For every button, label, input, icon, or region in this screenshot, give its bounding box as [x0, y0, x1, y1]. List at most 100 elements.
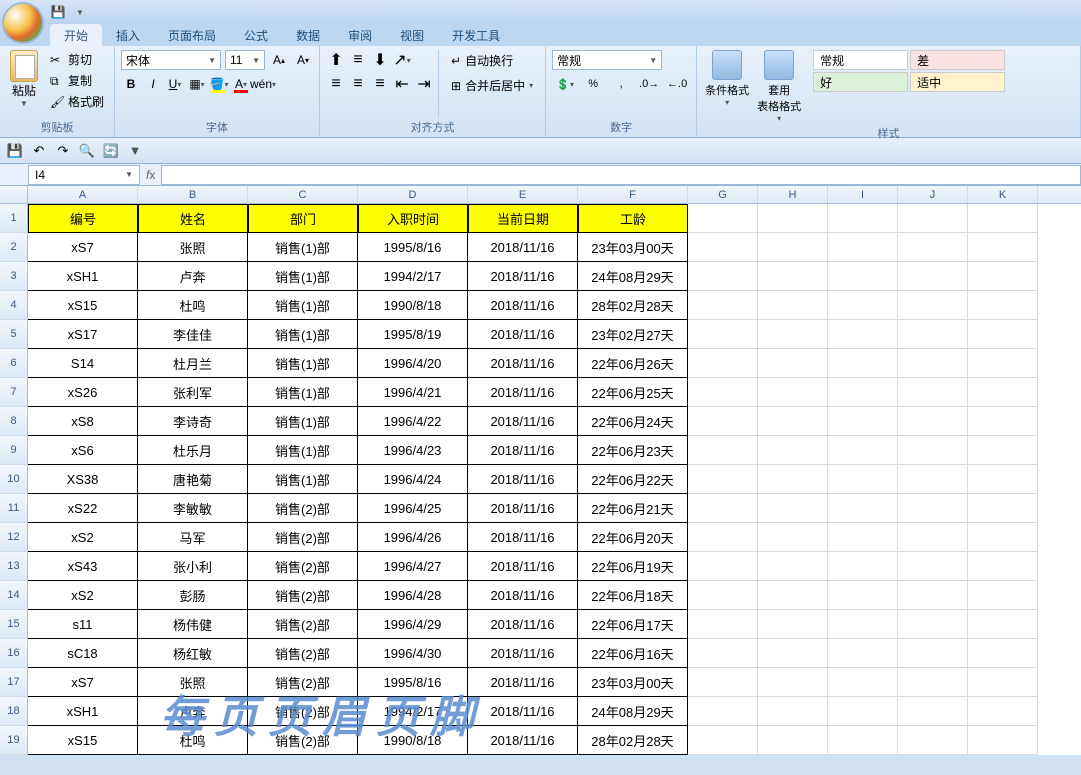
cell-H6[interactable] — [758, 349, 828, 378]
cell-B19[interactable]: 杜鸣 — [138, 726, 248, 755]
col-header-C[interactable]: C — [248, 186, 358, 203]
row-header-12[interactable]: 12 — [0, 523, 28, 552]
cell-B9[interactable]: 杜乐月 — [138, 436, 248, 465]
wrap-text-button[interactable]: ↵自动换行 — [445, 50, 539, 71]
cell-G6[interactable] — [688, 349, 758, 378]
row-header-14[interactable]: 14 — [0, 581, 28, 610]
cell-G17[interactable] — [688, 668, 758, 697]
cell-E5[interactable]: 2018/11/16 — [468, 320, 578, 349]
col-header-B[interactable]: B — [138, 186, 248, 203]
cell-E19[interactable]: 2018/11/16 — [468, 726, 578, 755]
row-header-10[interactable]: 10 — [0, 465, 28, 494]
cell-D8[interactable]: 1996/4/22 — [358, 407, 468, 436]
cell-K1[interactable] — [968, 204, 1038, 233]
cell-B17[interactable]: 张照 — [138, 668, 248, 697]
cell-K2[interactable] — [968, 233, 1038, 262]
cell-J18[interactable] — [898, 697, 968, 726]
cell-I14[interactable] — [828, 581, 898, 610]
row-header-1[interactable]: 1 — [0, 204, 28, 233]
cell-B14[interactable]: 彭肠 — [138, 581, 248, 610]
accounting-button[interactable]: 💲▾ — [552, 74, 578, 94]
cell-K11[interactable] — [968, 494, 1038, 523]
cell-A6[interactable]: S14 — [28, 349, 138, 378]
cell-A16[interactable]: sC18 — [28, 639, 138, 668]
cell-E13[interactable]: 2018/11/16 — [468, 552, 578, 581]
cell-E3[interactable]: 2018/11/16 — [468, 262, 578, 291]
paste-button[interactable]: 粘贴 ▼ — [6, 50, 42, 117]
row-header-5[interactable]: 5 — [0, 320, 28, 349]
cell-E10[interactable]: 2018/11/16 — [468, 465, 578, 494]
tab-数据[interactable]: 数据 — [282, 24, 334, 46]
cell-F5[interactable]: 23年02月27天 — [578, 320, 688, 349]
increase-decimal-button[interactable]: .0→ — [636, 74, 662, 94]
cell-E18[interactable]: 2018/11/16 — [468, 697, 578, 726]
cell-C17[interactable]: 销售(2)部 — [248, 668, 358, 697]
cell-D2[interactable]: 1995/8/16 — [358, 233, 468, 262]
row-header-19[interactable]: 19 — [0, 726, 28, 755]
row-header-18[interactable]: 18 — [0, 697, 28, 726]
name-box[interactable]: I4▼ — [28, 165, 140, 185]
cell-B7[interactable]: 张利军 — [138, 378, 248, 407]
align-center-button[interactable]: ≡ — [348, 74, 368, 94]
cell-I8[interactable] — [828, 407, 898, 436]
cell-E15[interactable]: 2018/11/16 — [468, 610, 578, 639]
cell-J7[interactable] — [898, 378, 968, 407]
cell-H2[interactable] — [758, 233, 828, 262]
cell-A12[interactable]: xS2 — [28, 523, 138, 552]
cell-B4[interactable]: 杜鸣 — [138, 291, 248, 320]
cell-I3[interactable] — [828, 262, 898, 291]
cell-H12[interactable] — [758, 523, 828, 552]
cell-J2[interactable] — [898, 233, 968, 262]
cell-J17[interactable] — [898, 668, 968, 697]
cell-H5[interactable] — [758, 320, 828, 349]
cell-H4[interactable] — [758, 291, 828, 320]
cell-K5[interactable] — [968, 320, 1038, 349]
formula-bar-input[interactable] — [161, 165, 1081, 185]
decrease-indent-button[interactable]: ⇤ — [392, 74, 412, 94]
cell-G16[interactable] — [688, 639, 758, 668]
cell-K10[interactable] — [968, 465, 1038, 494]
cell-E12[interactable]: 2018/11/16 — [468, 523, 578, 552]
save-icon[interactable]: 💾 — [50, 4, 66, 20]
fill-color-button[interactable]: 🪣▾ — [209, 74, 229, 94]
cell-A11[interactable]: xS22 — [28, 494, 138, 523]
decrease-decimal-button[interactable]: ←.0 — [664, 74, 690, 94]
cell-D15[interactable]: 1996/4/29 — [358, 610, 468, 639]
col-header-I[interactable]: I — [828, 186, 898, 203]
cell-B18[interactable]: 卢奔 — [138, 697, 248, 726]
cell-D16[interactable]: 1996/4/30 — [358, 639, 468, 668]
align-left-button[interactable]: ≡ — [326, 74, 346, 94]
cell-J19[interactable] — [898, 726, 968, 755]
cell-I19[interactable] — [828, 726, 898, 755]
cell-I4[interactable] — [828, 291, 898, 320]
cell-B6[interactable]: 杜月兰 — [138, 349, 248, 378]
cell-J16[interactable] — [898, 639, 968, 668]
row-header-17[interactable]: 17 — [0, 668, 28, 697]
cell-C3[interactable]: 销售(1)部 — [248, 262, 358, 291]
cell-C13[interactable]: 销售(2)部 — [248, 552, 358, 581]
cell-C19[interactable]: 销售(2)部 — [248, 726, 358, 755]
cell-J4[interactable] — [898, 291, 968, 320]
row-header-6[interactable]: 6 — [0, 349, 28, 378]
cell-G10[interactable] — [688, 465, 758, 494]
cell-B10[interactable]: 唐艳菊 — [138, 465, 248, 494]
cell-F7[interactable]: 22年06月25天 — [578, 378, 688, 407]
italic-button[interactable]: I — [143, 74, 163, 94]
cell-D18[interactable]: 1994/2/17 — [358, 697, 468, 726]
cell-K12[interactable] — [968, 523, 1038, 552]
cell-H11[interactable] — [758, 494, 828, 523]
cell-K9[interactable] — [968, 436, 1038, 465]
cell-A7[interactable]: xS26 — [28, 378, 138, 407]
cell-A8[interactable]: xS8 — [28, 407, 138, 436]
cell-H15[interactable] — [758, 610, 828, 639]
cell-I10[interactable] — [828, 465, 898, 494]
align-middle-button[interactable]: ≡ — [348, 50, 368, 70]
cell-B8[interactable]: 李诗奇 — [138, 407, 248, 436]
cell-A14[interactable]: xS2 — [28, 581, 138, 610]
col-header-G[interactable]: G — [688, 186, 758, 203]
merge-center-button[interactable]: ⊞合并后居中▾ — [445, 75, 539, 96]
cell-B3[interactable]: 卢奔 — [138, 262, 248, 291]
cell-J11[interactable] — [898, 494, 968, 523]
cell-K7[interactable] — [968, 378, 1038, 407]
font-color-button[interactable]: A▾ — [231, 74, 251, 94]
